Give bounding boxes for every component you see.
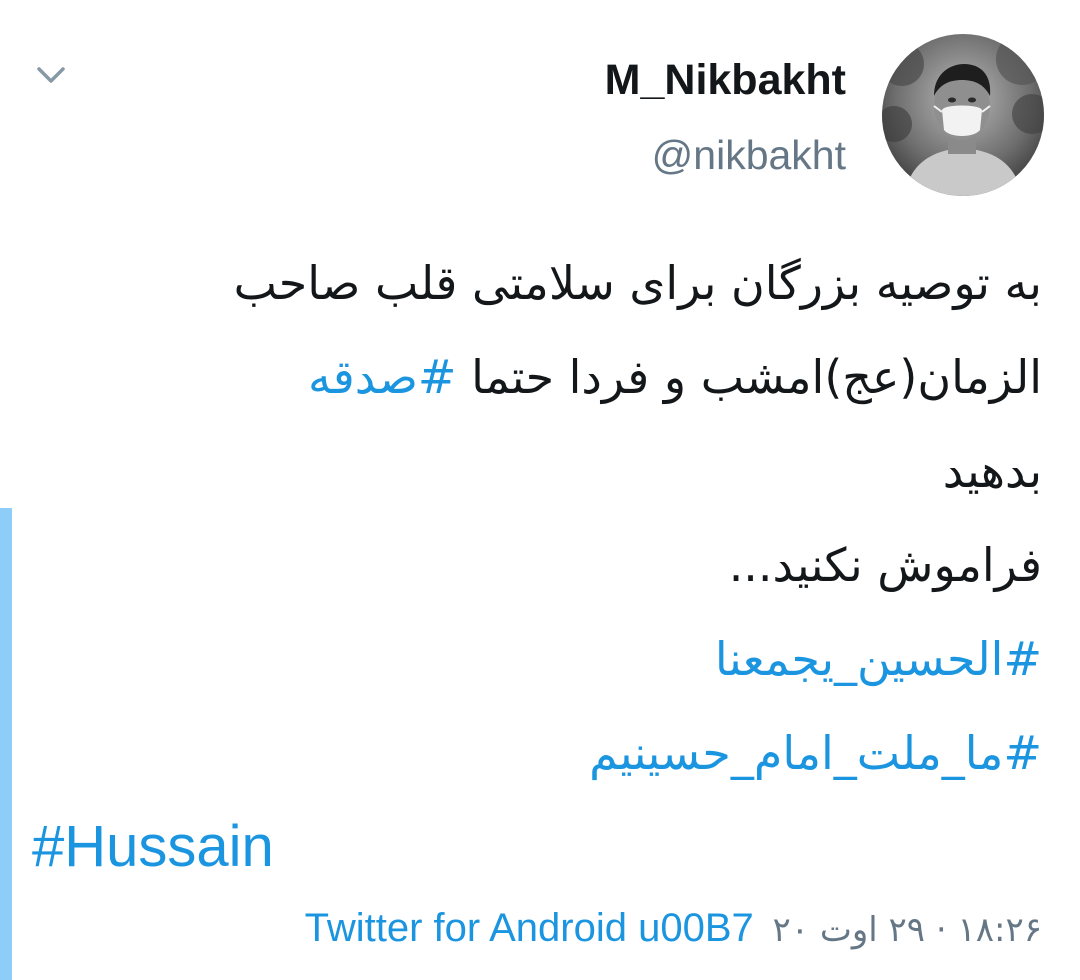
tweet-line: #Hussain (32, 800, 1042, 894)
tweet-line: به توصیه بزرگان برای سلامتی قلب صاحب (233, 256, 1042, 310)
display-name[interactable]: M_Nikbakht (605, 52, 846, 108)
source-link[interactable]: Twitter for Android u00B7 (305, 906, 754, 950)
user-handle[interactable]: @nikbakht (652, 128, 846, 182)
chevron-down-icon[interactable] (34, 58, 68, 92)
profile-photo-icon (882, 34, 1044, 196)
thread-accent-bar (0, 508, 12, 980)
tweet-line: #الحسین_یجمعنا (32, 612, 1042, 706)
tweet-line: فراموش نکنید... (728, 538, 1042, 592)
hashtag-link[interactable]: #ما_ملت_امام_حسینیم (589, 726, 1042, 780)
tweet-line-text: الزمان(عج)امشب و فردا حتما (456, 350, 1042, 404)
tweet-line: #ما_ملت_امام_حسینیم (32, 706, 1042, 800)
avatar[interactable] (882, 34, 1044, 196)
tweet-line: الزمان(عج)امشب و فردا حتما #صدقه (32, 330, 1042, 424)
timestamp[interactable]: ۱۸:۲۶ · ۲۹ اوت ۲۰ (772, 910, 1042, 950)
tweet-meta: ۱۸:۲۶ · ۲۹ اوت ۲۰ Twitter for Android u0… (305, 898, 1042, 960)
hashtag-link[interactable]: #Hussain (32, 814, 274, 879)
hashtag-link[interactable]: #صدقه (308, 350, 456, 404)
tweet-line: بدهید (942, 444, 1042, 498)
hashtag-link[interactable]: #الحسین_یجمعنا (715, 632, 1042, 686)
tweet-text: به توصیه بزرگان برای سلامتی قلب صاحب الز… (32, 236, 1042, 894)
